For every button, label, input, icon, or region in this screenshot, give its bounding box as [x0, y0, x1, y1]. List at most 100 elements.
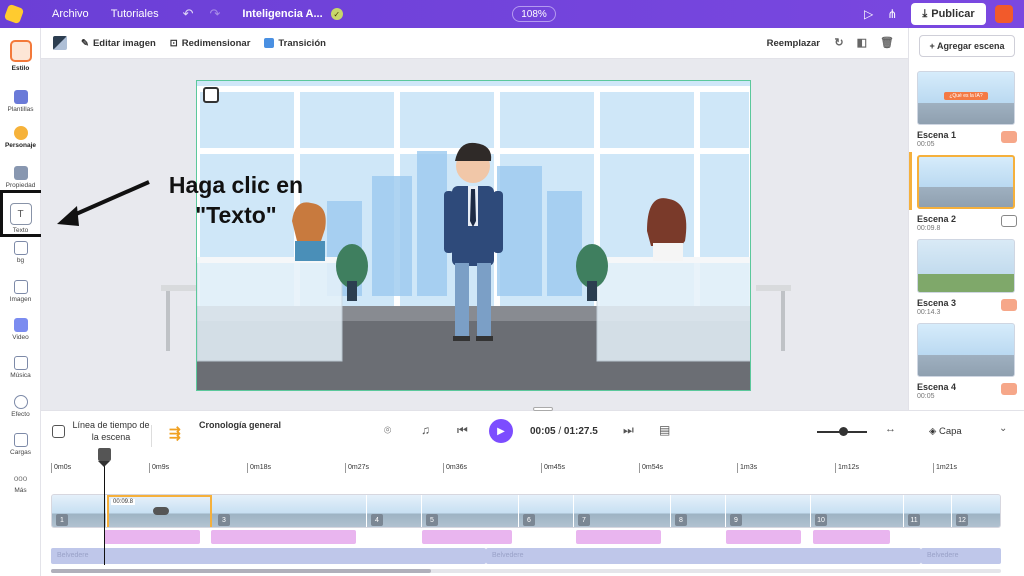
flip-icon[interactable]: ◧ — [857, 36, 867, 49]
segment-number: 7 — [578, 514, 590, 526]
link-icon[interactable] — [1001, 215, 1017, 227]
sidebar-item-personaje[interactable]: Personaje — [0, 126, 41, 149]
delete-icon[interactable]: 🗑 — [880, 36, 894, 49]
timeline-segment-selected[interactable]: 00:09.8 — [107, 495, 212, 527]
transition-badge[interactable] — [1001, 131, 1017, 143]
tutorials-menu[interactable]: Tutoriales — [111, 8, 159, 20]
undo-icon[interactable]: ↶ — [183, 6, 194, 22]
play-button[interactable]: ▶ — [489, 419, 513, 443]
timeline-segment[interactable]: 10 — [811, 495, 904, 527]
timeline-segment[interactable]: 12 — [952, 495, 1000, 527]
edit-image-button[interactable]: ✎ Editar imagen — [81, 38, 156, 49]
transition-badge[interactable] — [1001, 383, 1017, 395]
text-track-clip[interactable] — [813, 530, 890, 544]
timeline-segment[interactable]: 7 — [574, 495, 671, 527]
edit-image-label: Editar imagen — [92, 37, 156, 49]
time-separator: / — [558, 426, 562, 437]
music-track-clip[interactable]: Belvedere — [51, 548, 486, 564]
timeline-segment[interactable]: 1 — [52, 495, 107, 527]
text-track-clip[interactable] — [726, 530, 801, 544]
layer-button[interactable]: ◈ Capa — [929, 426, 962, 437]
project-title[interactable]: Inteligencia A... — [242, 8, 322, 20]
sidebar-label: Estilo — [11, 65, 30, 72]
effect-icon — [13, 395, 28, 409]
scene-card-3[interactable]: Escena 3 00:14.3 — [917, 239, 1017, 316]
sidebar-item-video[interactable]: Video — [0, 318, 41, 341]
segment-number: 8 — [675, 514, 687, 526]
resize-handle[interactable] — [533, 407, 553, 411]
sidebar-item-bg[interactable]: bg — [0, 241, 41, 264]
user-avatar[interactable] — [995, 5, 1013, 23]
add-scene-button[interactable]: + Agregar escena — [919, 35, 1015, 57]
canvas-toolbar: ✎ Editar imagen ⊡ Redimensionar Transici… — [41, 28, 908, 59]
zoom-knob[interactable] — [839, 427, 848, 436]
sidebar-item-plantillas[interactable]: Plantillas — [0, 90, 41, 113]
scene-card-1[interactable]: ¿Qué es la IA? Escena 1 00:05 — [917, 71, 1017, 148]
music-track-clip[interactable]: Belvedere — [921, 548, 1001, 564]
subtitles-icon[interactable]: ▤ — [659, 423, 670, 437]
segment-number: 10 — [815, 514, 827, 526]
upload-icon — [13, 433, 28, 447]
timeline-segment[interactable]: 9 — [726, 495, 811, 527]
ruler-tick: 0m0s — [51, 463, 71, 473]
general-timeline-tab[interactable]: Cronología general — [199, 420, 281, 432]
transition-button[interactable]: Transición — [264, 38, 326, 49]
color-swatch[interactable] — [53, 36, 67, 50]
sidebar-item-mas[interactable]: ooo Más — [0, 474, 41, 494]
rotate-icon[interactable]: ↻ — [834, 36, 843, 49]
scrollbar-thumb[interactable] — [51, 569, 431, 573]
file-menu[interactable]: Archivo — [52, 8, 89, 20]
left-sidebar: Estilo Plantillas Personaje Propiedad T … — [0, 28, 41, 576]
screenshot-icon[interactable]: ⌾ — [384, 423, 391, 438]
transition-label: Transición — [278, 37, 326, 49]
sidebar-item-estilo[interactable]: Estilo — [0, 40, 41, 72]
publish-button[interactable]: ⤓ Publicar — [911, 3, 986, 25]
sidebar-item-propiedad[interactable]: Propiedad — [0, 166, 41, 189]
scene-canvas[interactable] — [196, 80, 751, 391]
share-icon[interactable]: ⋔ — [887, 7, 897, 21]
sidebar-item-cargas[interactable]: Cargas — [0, 433, 41, 456]
fit-icon[interactable]: ↔ — [885, 423, 896, 435]
saved-check-icon: ✓ — [330, 8, 343, 20]
redo-icon[interactable]: ↷ — [209, 6, 220, 22]
timeline-segment[interactable]: 5 — [422, 495, 519, 527]
skip-back-icon[interactable]: ⏮ — [457, 423, 468, 438]
transition-badge[interactable] — [1001, 299, 1017, 311]
audio-handle-icon[interactable] — [153, 507, 169, 515]
text-track-clip[interactable] — [422, 530, 512, 544]
music-track-clip[interactable]: Belvedere — [486, 548, 921, 564]
camera-icon[interactable] — [203, 87, 219, 103]
ruler-tick: 0m54s — [639, 463, 663, 473]
resize-button[interactable]: ⊡ Redimensionar — [170, 38, 251, 49]
timeline-segment[interactable]: 8 — [671, 495, 726, 527]
timeline-segment[interactable]: 3 — [212, 495, 367, 527]
scene-card-4[interactable]: Escena 4 00:05 — [917, 323, 1017, 400]
text-track-clip[interactable] — [104, 530, 200, 544]
transition-icon — [264, 38, 275, 48]
scene-card-2[interactable]: Escena 2 00:09.8 — [917, 155, 1017, 232]
sidebar-item-imagen[interactable]: Imagen — [0, 280, 41, 303]
voice-icon[interactable]: ♫ — [421, 423, 430, 437]
scene-timeline-tab[interactable]: Línea de tiempo de la escena — [71, 420, 151, 443]
sidebar-item-efecto[interactable]: Efecto — [0, 395, 41, 418]
office-scene-illustration — [197, 81, 750, 390]
replace-button[interactable]: Reemplazar — [767, 38, 820, 49]
text-track-clip[interactable] — [211, 530, 356, 544]
instruction-annotation: Haga clic en "Texto" — [168, 172, 304, 228]
zoom-level[interactable]: 108% — [512, 6, 556, 22]
chevron-down-icon[interactable]: ⌄ — [999, 423, 1007, 434]
timeline-segment[interactable]: 11 — [904, 495, 952, 527]
preview-icon[interactable]: ▷ — [864, 7, 873, 21]
segment-number: 9 — [730, 514, 742, 526]
skip-forward-icon[interactable]: ⏭ — [623, 423, 634, 438]
timeline-segment[interactable]: 4 — [367, 495, 422, 527]
playhead-handle[interactable] — [98, 448, 111, 461]
sidebar-item-musica[interactable]: Música — [0, 356, 41, 379]
app-logo[interactable] — [0, 0, 28, 28]
text-track-clip[interactable] — [576, 530, 661, 544]
timeline-scrollbar[interactable] — [51, 569, 1001, 573]
stage-area: Haga clic en "Texto" — [41, 59, 908, 412]
timeline-segment[interactable]: 6 — [519, 495, 574, 527]
music-icon — [13, 356, 28, 370]
scene-timeline-icon[interactable] — [52, 425, 65, 438]
